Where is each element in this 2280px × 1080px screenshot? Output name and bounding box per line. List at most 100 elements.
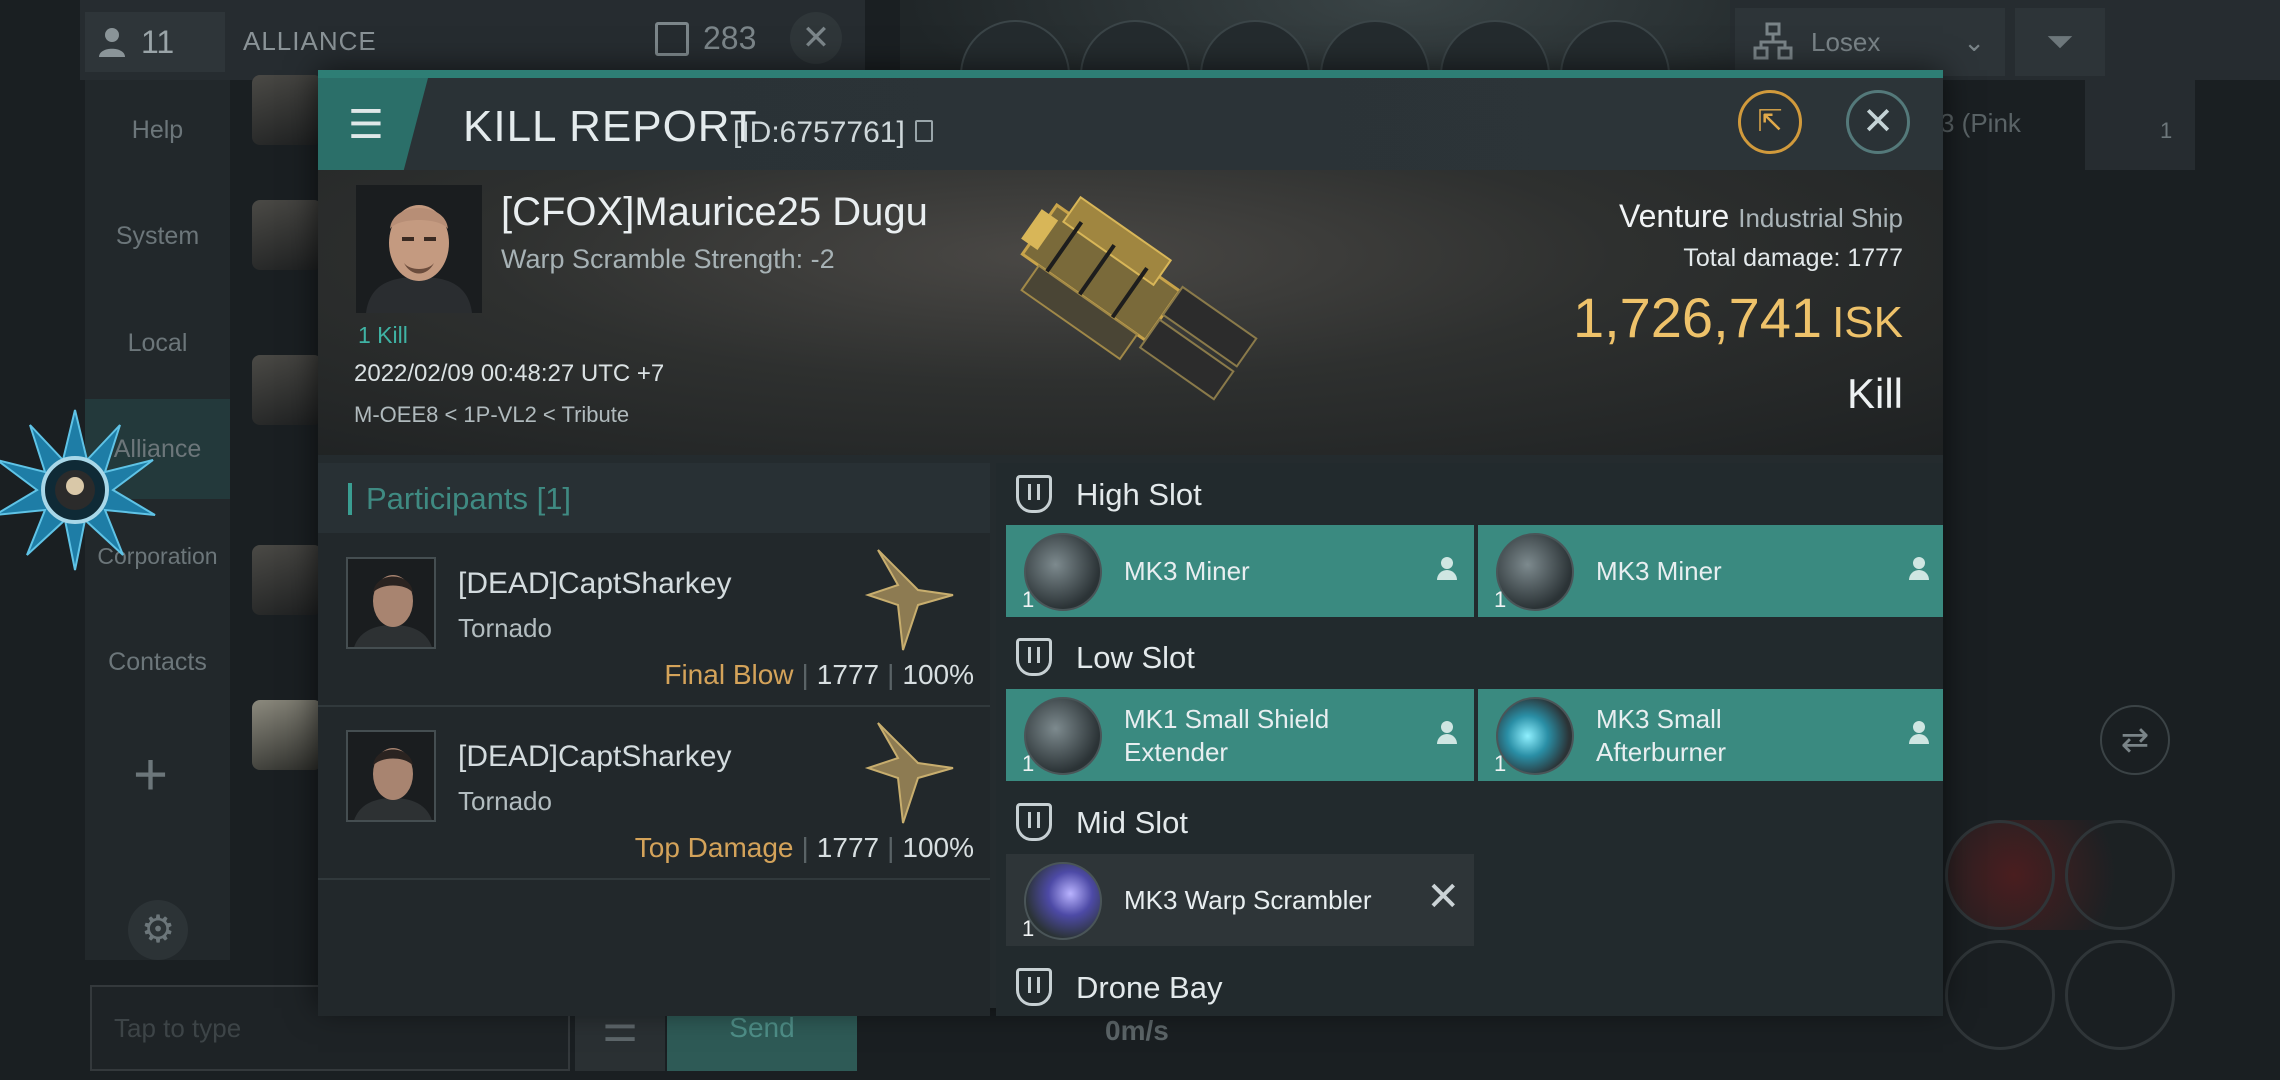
module-button[interactable] (1945, 820, 2055, 930)
overview-entry[interactable]: 3 (Pink (1940, 108, 2021, 139)
filter-icon[interactable]: ⏷ (2015, 8, 2105, 76)
ship-class: Industrial Ship (1738, 203, 1903, 233)
ship-name-value: Venture (1619, 198, 1730, 234)
overview-badge: 1 (2160, 118, 2173, 143)
header-accent (348, 483, 352, 515)
swap-icon[interactable]: ⇄ (2100, 705, 2170, 775)
low-slot-title: Low Slot (1076, 640, 1195, 675)
close-chat-icon[interactable]: ✕ (790, 12, 842, 64)
report-id: [ID:6757761] (733, 116, 905, 149)
victim-name[interactable]: [CFOX]Maurice25 Dugu (501, 190, 928, 235)
module-item[interactable]: 1 MK3 Warp Scrambler ✕ (1006, 854, 1474, 946)
warp-scramble-strength: Warp Scramble Strength: -2 (501, 244, 835, 274)
module-item[interactable]: 1 MK3 Miner (1478, 525, 1943, 617)
hamburger-icon: ☰ (348, 103, 384, 147)
high-slot-title: High Slot (1076, 477, 1202, 512)
share-icon[interactable]: ⇱ (1738, 90, 1802, 154)
victim-ship-image (1020, 195, 1258, 401)
participant-percent: 100% (902, 659, 974, 690)
ship-name[interactable]: Venture Industrial Ship (1619, 198, 1903, 235)
copy-icon[interactable] (915, 120, 933, 142)
mid-slot-header: Mid Slot (996, 791, 1943, 851)
module-name: MK1 Small Shield Extender (1124, 703, 1329, 769)
hierarchy-icon (1753, 22, 1793, 60)
member-count-value: 11 (141, 23, 175, 60)
module-name: MK3 Warp Scrambler (1124, 885, 1372, 915)
warp-scrambler-icon (1024, 862, 1102, 940)
participant-damage: 1777 (816, 659, 880, 690)
user-icon (99, 28, 125, 57)
channel-label: ALLIANCE (243, 26, 377, 56)
participant-stats: Final Blow | 1777 | 100% (664, 659, 974, 690)
victim-portrait[interactable] (356, 185, 482, 313)
slot-icon (1016, 638, 1052, 676)
miner-icon (1024, 533, 1102, 611)
pilot-icon (1908, 557, 1930, 583)
participant-row[interactable]: [DEAD]CaptSharkey Tornado Final Blow | 177… (318, 535, 990, 707)
participant-percent: 100% (902, 832, 974, 863)
participants-panel: Participants [1] [DEAD]CaptSharkey Torna… (318, 463, 990, 1016)
overview-dropdown[interactable]: Losex ⌄ (1735, 8, 2005, 76)
slot-icon (1016, 475, 1052, 513)
total-damage-label: Total damage: (1683, 244, 1841, 272)
pilot-icon (1908, 721, 1930, 747)
close-icon[interactable]: ✕ (1846, 90, 1910, 154)
participant-row[interactable]: [DEAD]CaptSharkey Tornado Top Damage | 177… (318, 708, 990, 880)
total-damage: Total damage: 1777 (1683, 244, 1903, 273)
kill-location[interactable]: M-OEE8 < 1P-VL2 < Tribute (354, 402, 629, 428)
pilot-icon (1436, 557, 1458, 583)
sidebar-item-help[interactable]: Help (85, 80, 230, 180)
dialog-title: KILL REPORT (463, 102, 758, 151)
channel-count[interactable]: 283 (655, 20, 756, 57)
module-qty: 1 (1022, 751, 1035, 776)
member-count[interactable]: 11 (85, 12, 225, 72)
participant-portrait[interactable] (346, 557, 436, 649)
module-qty: 1 (1022, 587, 1035, 612)
low-slot-header: Low Slot (996, 626, 1943, 686)
victim-kill-count[interactable]: 1 Kill (358, 322, 408, 349)
total-damage-value: 1777 (1847, 244, 1903, 272)
shield-extender-icon (1024, 697, 1102, 775)
gear-icon[interactable]: ⚙ (128, 900, 188, 960)
module-item[interactable]: 1 MK3 Small Afterburner (1478, 689, 1943, 781)
module-qty: 1 (1494, 751, 1507, 776)
participant-stats: Top Damage | 1777 | 100% (634, 832, 974, 863)
participants-header: Participants [1] (318, 463, 990, 533)
module-button[interactable] (2065, 940, 2175, 1050)
sidebar-item-local[interactable]: Local (85, 293, 230, 393)
module-name-line: MK1 Small Shield (1124, 704, 1330, 734)
drone-bay-title: Drone Bay (1076, 970, 1223, 1005)
corporation-emblem-icon[interactable] (0, 405, 160, 585)
high-slot-header: High Slot (996, 463, 1943, 523)
participant-portrait[interactable] (346, 730, 436, 822)
isk-value: 1,726,741 ISK (1573, 285, 1903, 350)
overview-badge-panel (2085, 80, 2195, 170)
menu-button[interactable]: ☰ (318, 78, 428, 170)
sidebar-item-system[interactable]: System (85, 186, 230, 286)
module-name: MK3 Miner (1124, 556, 1250, 586)
add-channel-icon[interactable]: + (133, 745, 168, 805)
kill-datetime: 2022/02/09 00:48:27 UTC +7 (354, 360, 665, 387)
chat-avatar (252, 545, 322, 615)
kill-report-dialog: ☰ KILL REPORT [ID:6757761] ⇱ ✕ [CFOX]Mau… (318, 70, 1943, 1016)
slot-icon (1016, 968, 1052, 1006)
pilot-icon (1436, 721, 1458, 747)
participant-ship-icon (864, 722, 954, 824)
isk-unit: ISK (1832, 298, 1903, 347)
mid-slot-title: Mid Slot (1076, 805, 1188, 840)
participant-ship-icon (864, 549, 954, 651)
module-button[interactable] (2065, 820, 2175, 930)
module-name: MK3 Small Afterburner (1596, 703, 1726, 769)
sidebar-item-contacts[interactable]: Contacts (85, 612, 230, 712)
afterburner-icon (1496, 697, 1574, 775)
module-item[interactable]: 1 MK3 Miner (1006, 525, 1474, 617)
module-item[interactable]: 1 MK1 Small Shield Extender (1006, 689, 1474, 781)
drone-bay-header: Drone Bay (996, 956, 1943, 1016)
participant-damage: 1777 (816, 832, 880, 863)
module-name-line: MK3 Small (1596, 704, 1722, 734)
participants-title: Participants [1] (366, 481, 572, 516)
miner-icon (1496, 533, 1574, 611)
dialog-header: ☰ KILL REPORT [ID:6757761] ⇱ ✕ (318, 78, 1943, 170)
chat-input-placeholder: Tap to type (114, 1013, 242, 1043)
module-button[interactable] (1945, 940, 2055, 1050)
